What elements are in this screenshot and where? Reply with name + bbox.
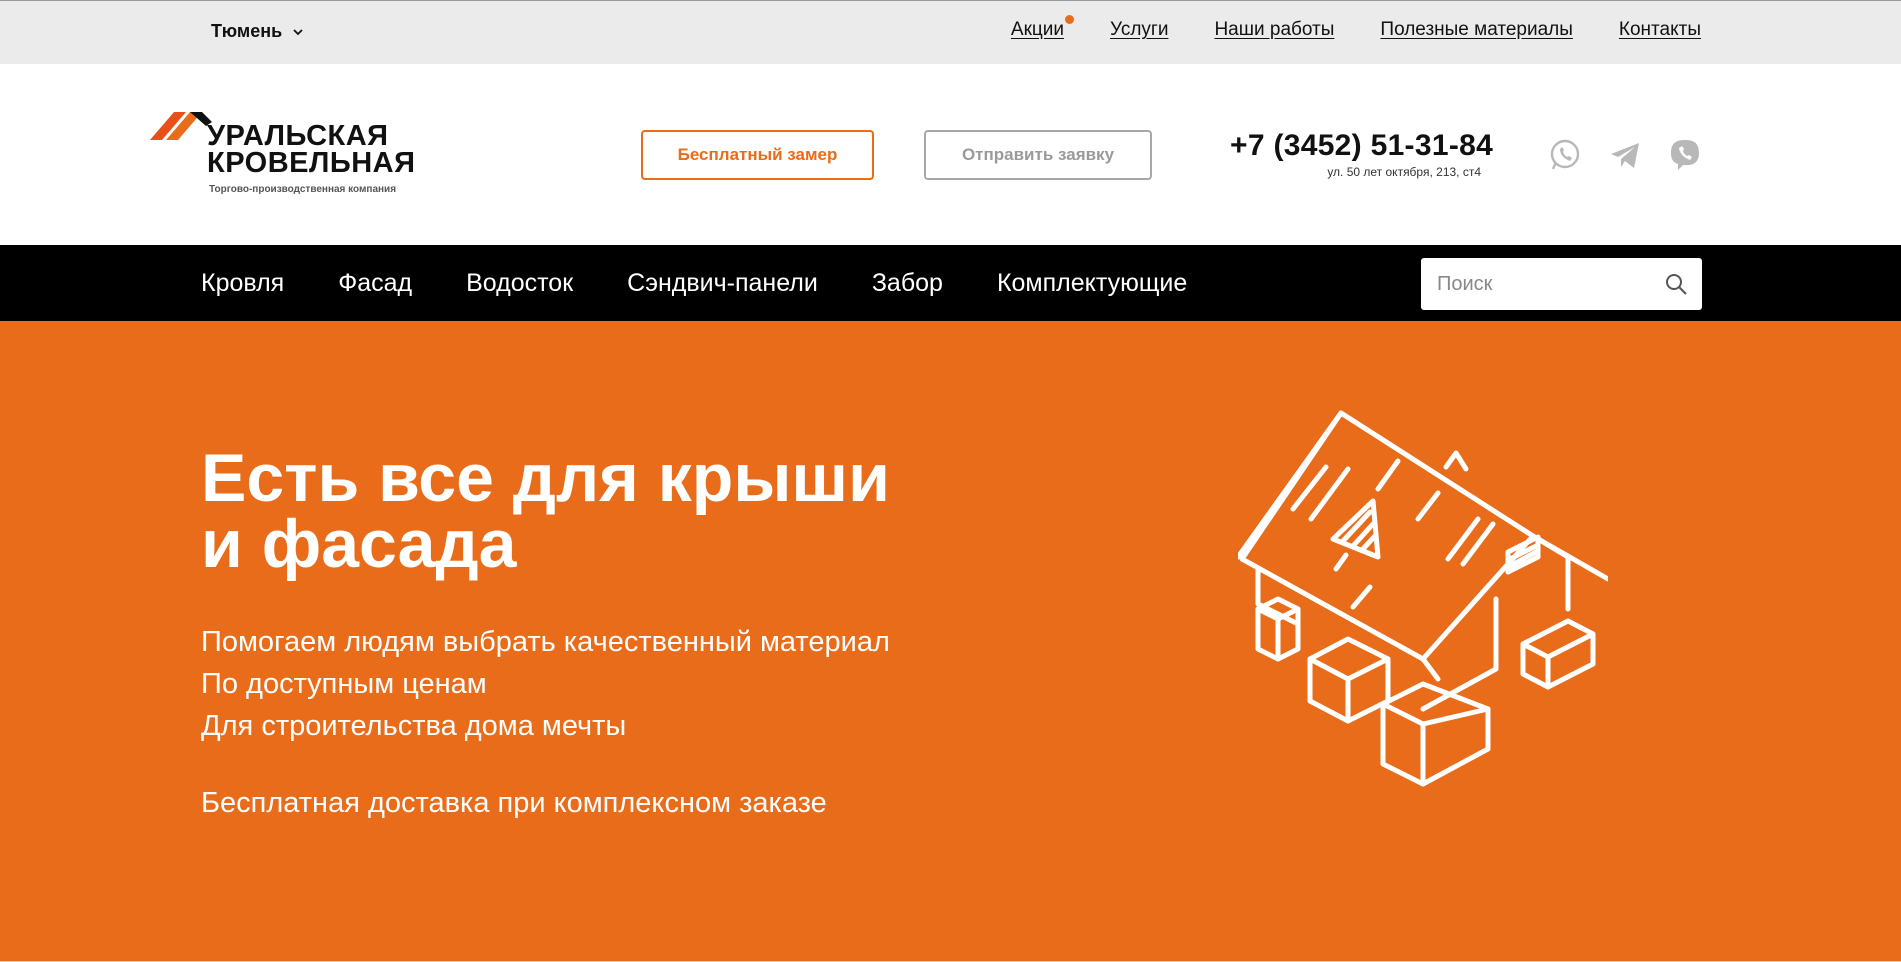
house-illustration-icon — [1238, 410, 1608, 787]
send-request-button[interactable]: Отправить заявку — [924, 130, 1152, 180]
benefit-item: По доступным ценам — [201, 668, 487, 700]
search-icon[interactable] — [1664, 272, 1688, 296]
top-nav-useful-materials[interactable]: Полезные материалы — [1380, 19, 1573, 41]
logo[interactable]: УРАЛЬСКАЯ КРОВЕЛЬНАЯ Торгово-производств… — [150, 108, 415, 198]
nav-item-sandwich-panels[interactable]: Сэндвич-панели — [627, 269, 818, 298]
top-nav-our-works[interactable]: Наши работы — [1214, 19, 1334, 41]
hero-benefits: Помогаем людям выбрать качественный мате… — [201, 621, 890, 747]
city-label: Тюмень — [211, 21, 283, 41]
nav-item-accessories[interactable]: Комплектующие — [997, 269, 1187, 298]
hero-banner: Есть все для крыши и фасада Помогаем люд… — [0, 321, 1901, 962]
nav-item-facade[interactable]: Фасад — [338, 269, 412, 298]
viber-icon[interactable] — [1668, 138, 1702, 172]
top-nav-services[interactable]: Услуги — [1110, 19, 1168, 41]
nav-item-roofing[interactable]: Кровля — [201, 269, 284, 298]
address: ул. 50 лет октября, 213, ст4 — [1327, 165, 1481, 179]
messenger-links — [1548, 138, 1702, 172]
top-nav-contacts[interactable]: Контакты — [1619, 19, 1701, 41]
header: УРАЛЬСКАЯ КРОВЕЛЬНАЯ Торгово-производств… — [0, 64, 1901, 245]
search-box — [1421, 258, 1702, 310]
hero-title: Есть все для крыши и фасада — [201, 440, 890, 582]
top-nav-promotions[interactable]: Акции — [1011, 15, 1075, 41]
search-input[interactable] — [1421, 258, 1651, 310]
free-measure-button[interactable]: Бесплатный замер — [641, 130, 874, 180]
chevron-down-icon — [293, 28, 303, 35]
phone-number[interactable]: +7 (3452) 51-31-84 — [1230, 129, 1493, 163]
city-selector[interactable]: Тюмень — [211, 21, 304, 42]
top-bar: Тюмень Акции Услуги Наши работы Полезные… — [0, 0, 1901, 64]
whatsapp-icon[interactable] — [1548, 138, 1582, 172]
nav-item-gutter[interactable]: Водосток — [466, 269, 573, 298]
telegram-icon[interactable] — [1608, 138, 1642, 172]
top-nav: Акции Услуги Наши работы Полезные матери… — [1011, 15, 1701, 41]
delivery-note: Бесплатная доставка при комплексном зака… — [201, 787, 827, 819]
logo-line-2: КРОВЕЛЬНАЯ — [207, 147, 416, 179]
notification-dot — [1065, 15, 1075, 24]
benefit-item: Помогаем людям выбрать качественный мате… — [201, 626, 890, 658]
benefit-item: Для строительства дома мечты — [201, 710, 627, 742]
nav-item-fence[interactable]: Забор — [872, 269, 943, 298]
logo-subtitle: Торгово-производственная компания — [209, 184, 397, 195]
main-nav: Кровля Фасад Водосток Сэндвич-панели Заб… — [0, 245, 1901, 321]
